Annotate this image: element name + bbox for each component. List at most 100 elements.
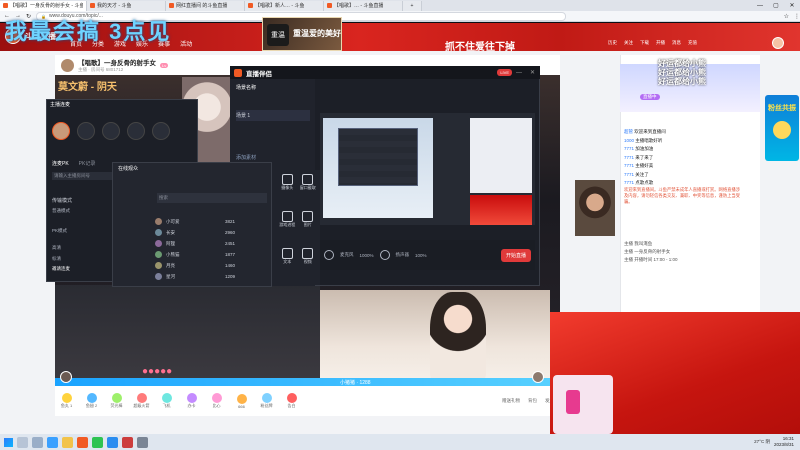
speaker-icon[interactable] — [379, 250, 390, 260]
broadcast-icon[interactable]: 开播 — [656, 40, 665, 46]
download-icon[interactable]: 下载 — [640, 40, 649, 46]
weather[interactable]: 27°C 阴 — [754, 439, 770, 445]
gift-icon — [236, 393, 247, 404]
history-icon[interactable]: 历史 — [608, 40, 617, 46]
wechat-taskbar-icon[interactable] — [92, 436, 103, 448]
browser-taskbar-icon[interactable] — [47, 436, 58, 448]
ad-mascot-icon — [773, 121, 791, 139]
user-row[interactable]: 小可爱 3821 — [155, 216, 267, 227]
gift-item[interactable]: 办卡 — [182, 393, 201, 409]
taskview-icon[interactable] — [32, 436, 43, 448]
close-icon[interactable]: ✕ — [784, 2, 800, 9]
minimize-icon[interactable]: — — [516, 70, 526, 76]
explorer-taskbar-icon[interactable] — [62, 436, 73, 448]
poster-logo-icon: 重温 — [267, 24, 289, 46]
source-image[interactable]: 图片 — [300, 211, 317, 244]
new-tab-button[interactable]: + — [403, 0, 422, 11]
user-avatar[interactable] — [772, 37, 784, 49]
gift-item[interactable]: 告白 — [282, 393, 301, 409]
backpack-button[interactable]: 背包 — [528, 398, 537, 404]
gift-item[interactable]: 鱼丸 1 — [57, 393, 76, 409]
tab-3[interactable]: 网红直播间 的斗鱼直播 — [166, 0, 245, 11]
window-icon — [302, 174, 314, 185]
clock[interactable]: 16:31 2023/8/31 — [774, 436, 800, 448]
pk-option[interactable]: 标清 — [52, 256, 61, 262]
close-icon[interactable]: ✕ — [530, 69, 540, 76]
star-icon[interactable]: ☆ — [784, 13, 789, 20]
seat-empty-icon[interactable] — [102, 122, 120, 140]
media-taskbar-icon[interactable] — [122, 436, 133, 448]
maximize-icon[interactable]: ▢ — [768, 2, 784, 9]
browser-tabstrip: 【唱歌】一身反骨的射手女 - 斗鱼直播 我的天才 - 斗鱼 网红直播间 的斗鱼直… — [0, 0, 800, 11]
banner-poster-text: 重温爱的美好 — [293, 29, 341, 38]
scene-item[interactable]: 场景 1 — [236, 110, 310, 121]
online-search[interactable]: 搜索 — [157, 193, 267, 203]
pk-option[interactable]: PK模式 — [52, 228, 67, 234]
user-row[interactable]: 星河 1209 — [155, 271, 267, 282]
gift-item[interactable]: 荧光棒 — [107, 393, 126, 409]
follow-icon[interactable]: 关注 — [624, 40, 633, 46]
banner-poster[interactable]: 重温爱的美好 重温 — [262, 17, 342, 51]
douyu-favicon-icon — [90, 3, 95, 8]
search-icon[interactable] — [17, 436, 28, 448]
gift-icon — [211, 393, 222, 403]
seat-empty-icon[interactable] — [152, 122, 170, 140]
douyu-favicon-icon — [169, 3, 174, 8]
gift-item[interactable]: 666 — [232, 393, 251, 409]
pk-seats — [52, 122, 170, 140]
level-badge: Lv — [160, 62, 169, 68]
user-row[interactable]: 月亮 1460 — [155, 260, 267, 271]
user-row[interactable]: 长安 2960 — [155, 227, 267, 238]
gift-item[interactable]: 鱼翅 2 — [82, 393, 101, 409]
seat-empty-icon[interactable] — [77, 122, 95, 140]
list-header: 添加素材 — [236, 155, 257, 161]
source-video[interactable]: 视频 — [300, 248, 317, 281]
mic-icon[interactable] — [324, 250, 334, 260]
user-row[interactable]: 阿狸 2451 — [155, 238, 267, 249]
chat-row: 7771 关注了 — [624, 171, 649, 177]
start-icon[interactable] — [4, 437, 13, 447]
image-icon — [302, 211, 314, 222]
nav-activity[interactable]: 活动 — [180, 39, 192, 48]
chat-row: 7771 来了来了 — [624, 154, 654, 160]
tab-pk-record[interactable]: PK记录 — [79, 160, 96, 167]
tab-4[interactable]: 【唱歌】新人… - 斗鱼 — [245, 0, 324, 11]
settings-taskbar-icon[interactable] — [137, 436, 148, 448]
qq-taskbar-icon[interactable] — [107, 436, 118, 448]
source-text[interactable]: 文本 — [279, 248, 296, 281]
send-gift-button[interactable]: 赠送礼物 — [502, 398, 520, 404]
chat-row: 7771 加油加油 — [624, 146, 654, 151]
message-icon[interactable]: 消息 — [672, 40, 681, 46]
gift-item[interactable]: 超级火箭 — [132, 393, 151, 409]
gift-item[interactable]: 比心 — [207, 393, 226, 409]
extensions-icon[interactable]: ⋮ — [794, 13, 800, 20]
douyu-taskbar-icon[interactable] — [77, 436, 88, 448]
tab-5[interactable]: 【唱歌】… - 斗鱼直播 — [324, 0, 403, 11]
pk-title: 主播连麦 — [50, 102, 71, 108]
minimize-icon[interactable]: — — [752, 3, 768, 9]
streamer-face-image — [430, 292, 486, 382]
gift-item[interactable]: 粉丝牌 — [257, 393, 276, 409]
pk-option[interactable]: 普通模式 — [52, 208, 70, 214]
live-now-button[interactable]: LIVE — [497, 69, 512, 76]
preview-red-block — [470, 195, 532, 225]
seat-avatar[interactable] — [52, 122, 70, 140]
mic-volume: 1000% — [359, 252, 374, 258]
user-avatar — [155, 251, 162, 258]
source-window[interactable]: 窗口截取 — [300, 174, 317, 207]
streamer-avatar[interactable] — [61, 58, 74, 72]
start-live-button[interactable]: 开始直播 — [500, 248, 531, 262]
pk-option[interactable]: 高清 — [52, 245, 61, 251]
gift-bar: 鱼丸 1 鱼翅 2 荧光棒 超级火箭 飞机 办卡 比心 666 粉丝牌 告白 赠… — [55, 386, 560, 416]
tab-pk[interactable]: 连麦PK — [52, 160, 69, 167]
seat-empty-icon[interactable] — [127, 122, 145, 140]
tab-2[interactable]: 我的天才 - 斗鱼 — [87, 0, 166, 11]
gift-item[interactable]: 飞机 — [157, 393, 176, 409]
source-game[interactable]: 游戏进程 — [279, 211, 296, 244]
source-camera[interactable]: 摄像头 — [279, 174, 296, 207]
pk-invite-button[interactable]: 邀请连麦 — [52, 266, 70, 272]
side-ad[interactable]: 粉丝共振 — [765, 95, 799, 161]
user-row[interactable]: 小熊猫 1877 — [155, 249, 267, 260]
tab-1[interactable]: 【唱歌】一身反骨的射手女 - 斗鱼直播 — [0, 0, 87, 11]
recharge-icon[interactable]: 充值 — [688, 40, 697, 46]
